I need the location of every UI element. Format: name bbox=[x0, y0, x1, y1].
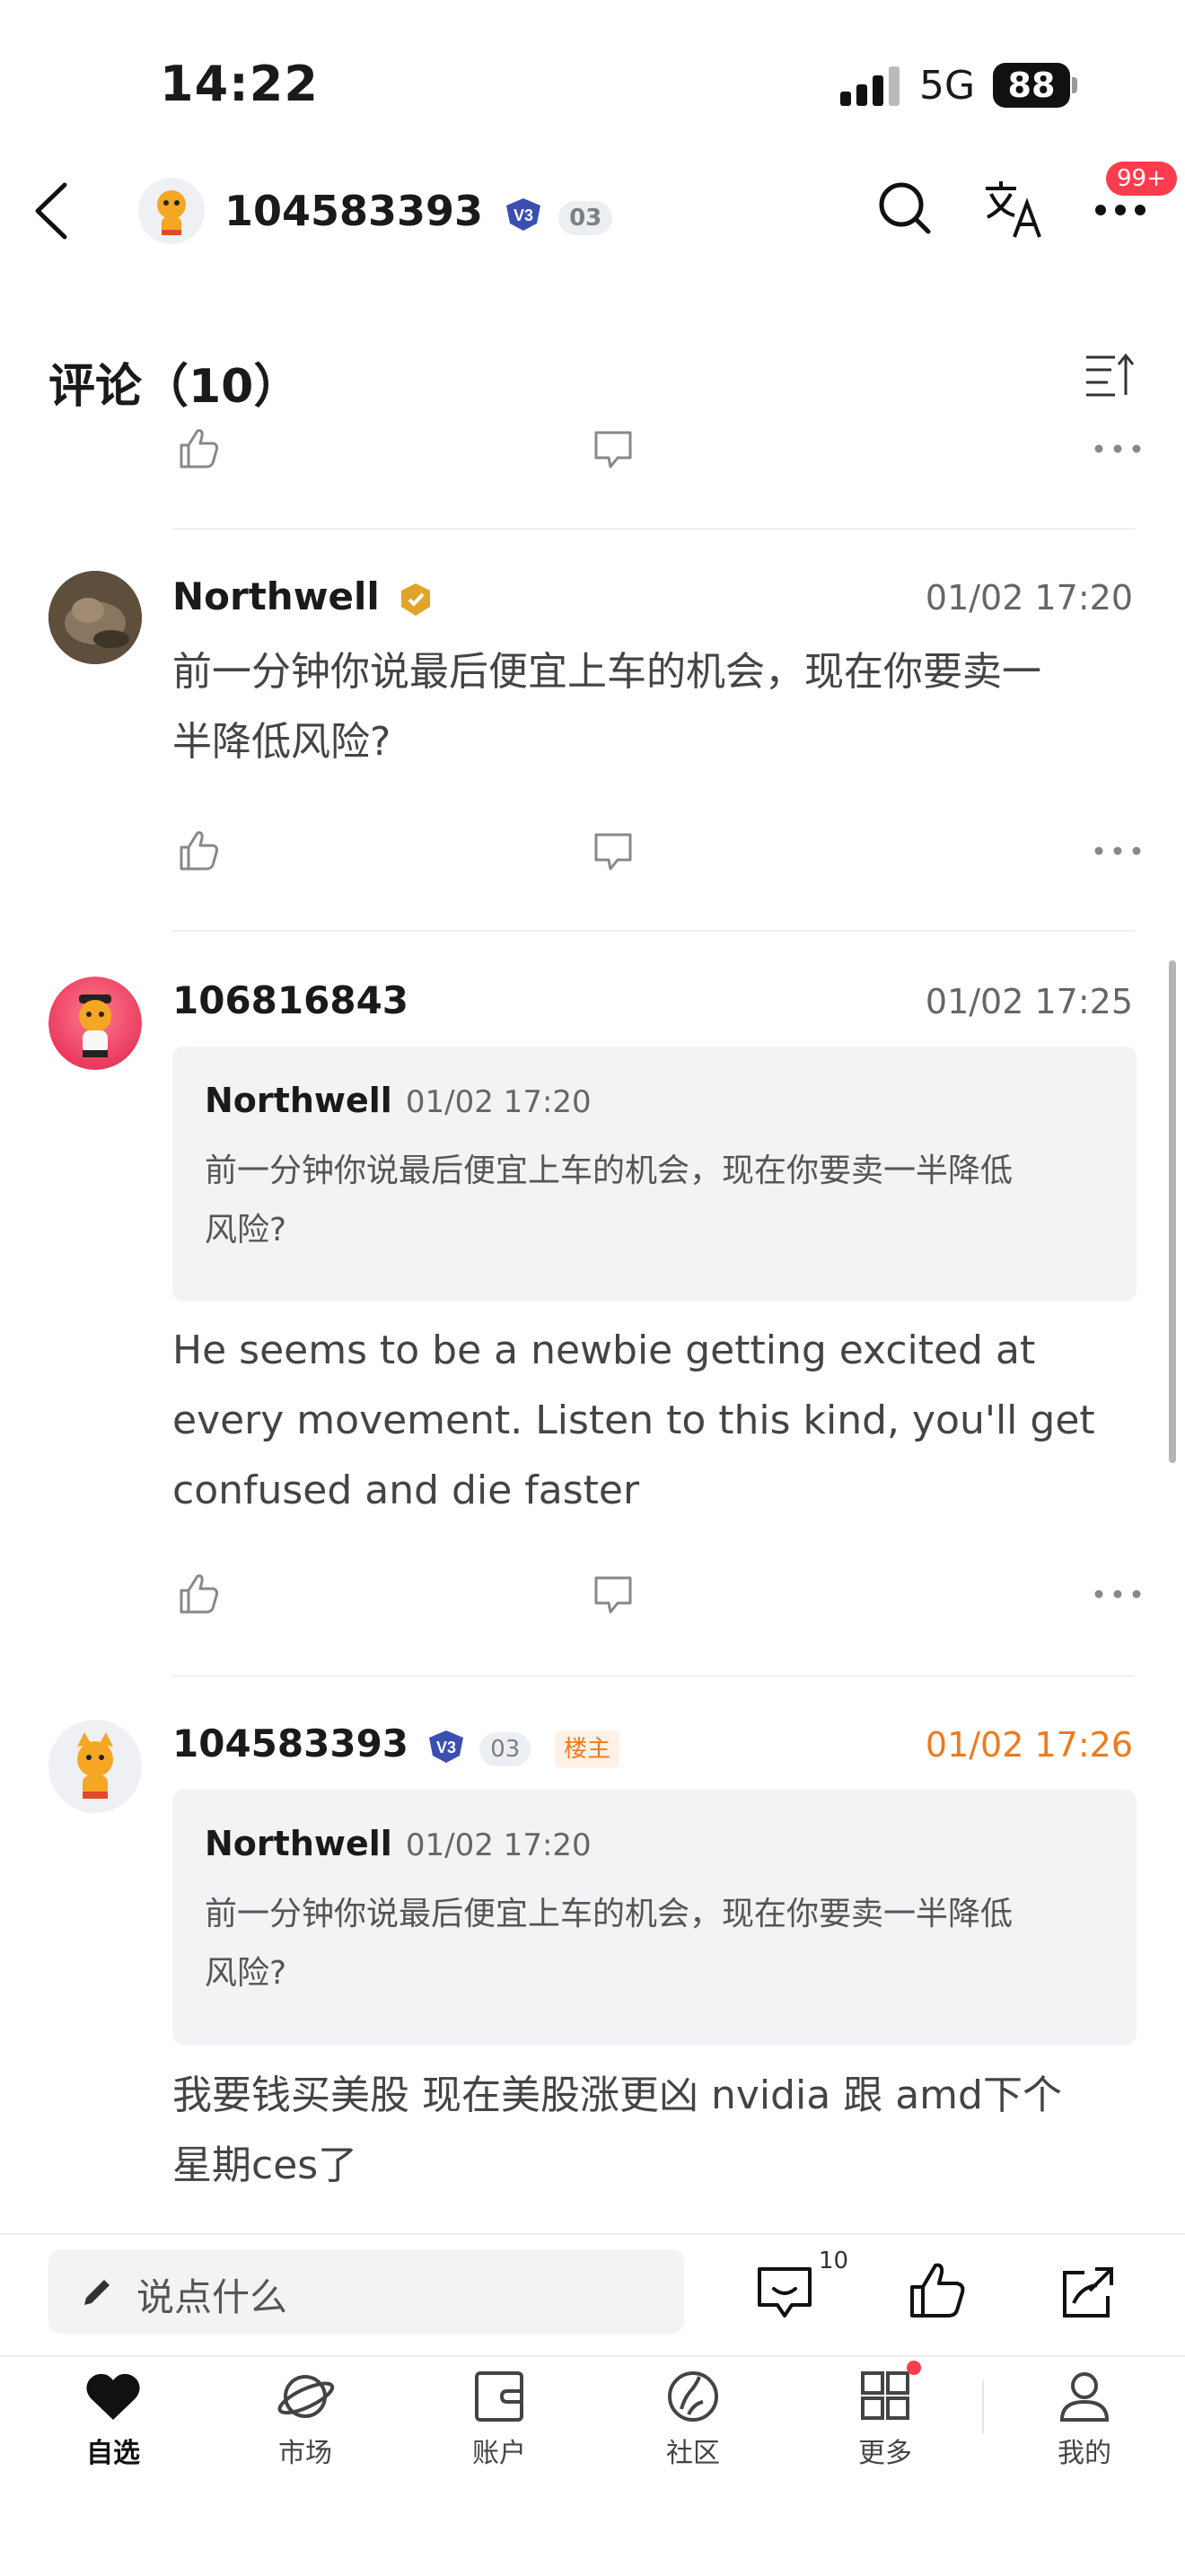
divider bbox=[172, 930, 1135, 932]
status-time: 14:22 bbox=[160, 56, 319, 112]
quoted-comment[interactable]: Northwell 01/02 17:20 前一分钟你说最后便宜上车的机会，现在… bbox=[172, 1047, 1137, 1301]
comment-author-text: Northwell bbox=[172, 574, 380, 618]
level-badge: 03 bbox=[558, 201, 613, 235]
comment-line: 我要钱买美股 现在美股涨更凶 nvidia 跟 amd下个 bbox=[172, 2072, 1062, 2118]
quote-author: Northwell bbox=[205, 1824, 392, 1863]
quote-line: 前一分钟你说最后便宜上车的机会，现在你要卖一半降低 bbox=[205, 1896, 1014, 1932]
tab-watchlist[interactable]: 自选 bbox=[41, 2370, 185, 2470]
quote-line: 风险? bbox=[205, 1955, 287, 1992]
divider bbox=[172, 1675, 1135, 1677]
tab-more[interactable]: 更多 bbox=[813, 2370, 957, 2470]
tab-community[interactable]: 社区 bbox=[621, 2370, 765, 2470]
comment-body: 我要钱买美股 现在美股涨更凶 nvidia 跟 amd下个 星期ces了 bbox=[172, 2061, 1142, 2201]
grid-icon bbox=[861, 2371, 909, 2420]
more-options-icon[interactable] bbox=[1093, 443, 1142, 454]
comment-author[interactable]: 106816843 bbox=[172, 978, 408, 1022]
like-icon[interactable] bbox=[176, 1571, 221, 1616]
owner-tag: 楼主 bbox=[554, 1730, 619, 1768]
search-icon[interactable] bbox=[876, 180, 934, 237]
quote-author: Northwell bbox=[205, 1081, 392, 1120]
more-icon[interactable] bbox=[1093, 203, 1147, 217]
tab-label: 我的 bbox=[1058, 2438, 1111, 2469]
comment-line: 半降低风险? bbox=[172, 719, 391, 765]
vip-badge-icon: V3 bbox=[428, 1730, 463, 1763]
tab-me[interactable]: 我的 bbox=[1013, 2370, 1156, 2470]
tab-label: 自选 bbox=[86, 2438, 140, 2469]
like-icon[interactable] bbox=[176, 828, 221, 872]
comment-author[interactable]: 104583393 V3 03 楼主 bbox=[172, 1722, 619, 1768]
divider bbox=[0, 2233, 1185, 2235]
more-options-icon[interactable] bbox=[1093, 1589, 1142, 1599]
tab-account[interactable]: 账户 bbox=[427, 2370, 571, 2470]
quote-header: Northwell 01/02 17:20 bbox=[205, 1081, 592, 1120]
battery-tip bbox=[1072, 77, 1077, 93]
avatar[interactable] bbox=[48, 1720, 142, 1813]
comment-time: 01/02 17:25 bbox=[925, 982, 1133, 1021]
translate-icon[interactable] bbox=[982, 178, 1045, 241]
comment-count: 10 bbox=[819, 2247, 849, 2274]
more-options-icon[interactable] bbox=[1093, 846, 1142, 856]
comment-count-icon[interactable] bbox=[756, 2264, 813, 2321]
tab-label: 社区 bbox=[666, 2438, 720, 2469]
community-icon bbox=[668, 2371, 718, 2422]
scrollbar[interactable] bbox=[1169, 960, 1176, 1463]
sort-icon[interactable] bbox=[1084, 352, 1135, 399]
quote-time: 01/02 17:20 bbox=[405, 1084, 592, 1120]
comment-author[interactable]: Northwell bbox=[172, 574, 434, 618]
comment-line: every movement. Listen to this kind, you… bbox=[172, 1398, 1095, 1443]
quote-header: Northwell 01/02 17:20 bbox=[205, 1824, 592, 1863]
reply-icon[interactable] bbox=[592, 831, 634, 872]
header-avatar[interactable] bbox=[138, 178, 205, 244]
battery-level: 88 bbox=[993, 63, 1070, 108]
comment-line: 星期ces了 bbox=[172, 2142, 358, 2188]
comment-time: 01/02 17:20 bbox=[925, 578, 1133, 618]
tab-separator bbox=[982, 2380, 984, 2434]
comment-body: He seems to be a newbie getting excited … bbox=[172, 1316, 1142, 1526]
divider bbox=[172, 528, 1135, 530]
quote-line: 前一分钟你说最后便宜上车的机会，现在你要卖一半降低 bbox=[205, 1152, 1014, 1189]
comment-line: He seems to be a newbie getting excited … bbox=[172, 1327, 1036, 1373]
tab-market[interactable]: 市场 bbox=[233, 2370, 377, 2470]
input-placeholder: 说点什么 bbox=[136, 2275, 288, 2319]
reply-icon[interactable] bbox=[592, 1574, 634, 1616]
comments-title: 评论（10） bbox=[48, 360, 301, 414]
notification-dot bbox=[907, 2361, 921, 2375]
pencil-icon bbox=[84, 2280, 110, 2305]
share-icon[interactable] bbox=[1059, 2264, 1117, 2321]
back-icon[interactable] bbox=[29, 178, 74, 244]
quote-text: 前一分钟你说最后便宜上车的机会，现在你要卖一半降低 风险? bbox=[205, 1885, 1013, 2003]
tab-label: 更多 bbox=[858, 2438, 912, 2469]
notification-badge: 99+ bbox=[1106, 162, 1177, 196]
quoted-comment[interactable]: Northwell 01/02 17:20 前一分钟你说最后便宜上车的机会，现在… bbox=[172, 1790, 1137, 2045]
avatar[interactable] bbox=[48, 571, 142, 664]
like-icon[interactable] bbox=[176, 425, 221, 470]
header-username-text: 104583393 bbox=[224, 187, 484, 235]
comment-body: 前一分钟你说最后便宜上车的机会，现在你要卖一 半降低风险? bbox=[172, 637, 1142, 777]
tab-label: 市场 bbox=[278, 2438, 332, 2469]
svg-text:V3: V3 bbox=[514, 206, 533, 224]
comment-author-text: 104583393 bbox=[172, 1722, 409, 1766]
planet-icon bbox=[277, 2375, 335, 2418]
like-icon[interactable] bbox=[907, 2260, 968, 2321]
avatar[interactable] bbox=[48, 977, 142, 1070]
comment-line: 前一分钟你说最后便宜上车的机会，现在你要卖一 bbox=[172, 649, 1041, 695]
wallet-icon bbox=[475, 2371, 523, 2422]
quote-text: 前一分钟你说最后便宜上车的机会，现在你要卖一半降低 风险? bbox=[205, 1142, 1013, 1260]
tab-label: 账户 bbox=[472, 2438, 526, 2469]
reply-icon[interactable] bbox=[592, 429, 634, 470]
svg-text:V3: V3 bbox=[436, 1739, 456, 1757]
level-badge: 03 bbox=[479, 1732, 531, 1766]
vip-badge-icon: V3 bbox=[506, 197, 541, 231]
comment-line: confused and die faster bbox=[172, 1468, 640, 1513]
comment-time: 01/02 17:26 bbox=[925, 1725, 1133, 1765]
verified-icon bbox=[401, 583, 431, 616]
quote-line: 风险? bbox=[205, 1212, 287, 1249]
heart-icon bbox=[86, 2373, 140, 2420]
quote-time: 01/02 17:20 bbox=[405, 1827, 592, 1863]
network-type: 5G bbox=[919, 63, 976, 109]
header-username[interactable]: 104583393 V3 03 bbox=[224, 187, 613, 235]
signal-icon bbox=[840, 66, 900, 106]
person-icon bbox=[1059, 2372, 1110, 2422]
